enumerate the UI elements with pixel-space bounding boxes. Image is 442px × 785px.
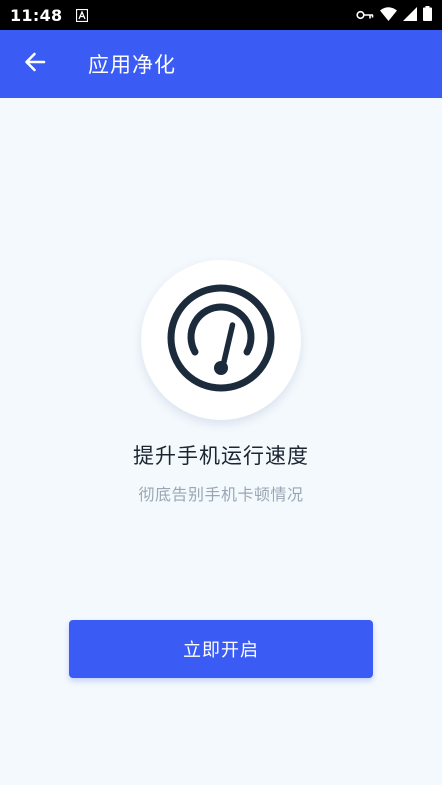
feature-subtitle: 彻底告别手机卡顿情况	[138, 485, 304, 504]
page-title: 应用净化	[88, 53, 176, 77]
status-icons	[356, 5, 432, 25]
status-bar: 11:48	[0, 0, 442, 30]
a-notification-icon	[76, 8, 89, 22]
app-toolbar: 应用净化	[0, 30, 442, 98]
speedometer-icon	[167, 284, 275, 396]
wifi-icon	[380, 6, 397, 25]
arrow-left-icon	[24, 52, 46, 76]
back-button[interactable]	[0, 30, 70, 98]
start-now-button[interactable]: 立即开启	[69, 620, 373, 678]
battery-icon	[423, 5, 432, 25]
feature-title: 提升手机运行速度	[133, 444, 309, 468]
gauge-badge	[141, 260, 301, 420]
status-time: 11:48	[10, 5, 63, 25]
key-icon	[356, 6, 374, 25]
signal-icon	[403, 6, 417, 25]
